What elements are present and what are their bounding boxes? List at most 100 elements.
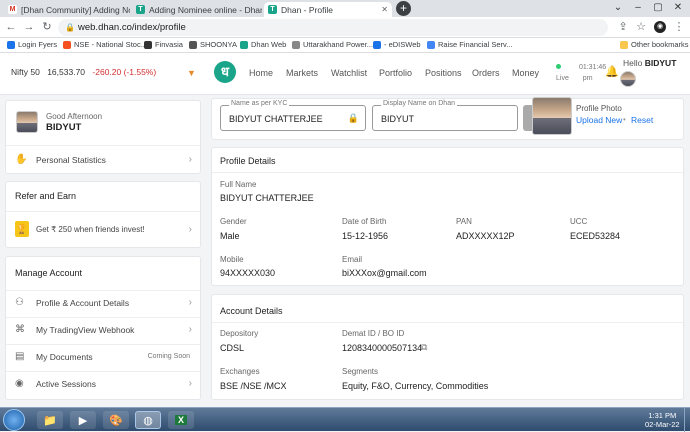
upload-photo-link[interactable]: Upload New: [576, 115, 622, 125]
app-header: Nifty 50 16,533.70 -260.20 (-1.55%) ▼ ध …: [0, 53, 690, 95]
minimize-button[interactable]: –: [628, 0, 648, 16]
os-taskbar: 📁 ▶ 🎨 ◍ X 1:31 PM 02-Mar-22: [0, 407, 690, 432]
menu-icon[interactable]: ⋮: [672, 20, 686, 34]
star-icon[interactable]: ☆: [634, 20, 648, 34]
ucc-value: ECED53284: [570, 231, 621, 241]
document-icon: ▤: [15, 351, 25, 362]
bookmark-label: - eDISWeb: [384, 40, 421, 49]
start-button[interactable]: [3, 409, 25, 431]
coming-soon-label: Coming Soon: [147, 353, 190, 360]
share-icon[interactable]: ⇪: [616, 20, 630, 34]
sidebar-item-sessions[interactable]: ◉ Active Sessions ›: [6, 371, 200, 396]
dhan-icon: T: [268, 5, 277, 14]
sidebar-item-webhook[interactable]: ⌘ My TradingView Webhook ›: [6, 317, 200, 342]
sessions-icon: ◉: [15, 378, 24, 389]
sidebar-item-label: My Documents: [36, 352, 93, 362]
lock-icon: 🔒: [347, 113, 359, 123]
dhan-logo[interactable]: ध: [214, 61, 236, 83]
clock-date: 02-Mar-22: [645, 420, 680, 429]
back-icon[interactable]: ←: [4, 20, 18, 34]
tab-gmail[interactable]: M [Dhan Community] Adding Nomi... ✕: [4, 2, 130, 17]
bookmark-item[interactable]: SHOONYA: [189, 40, 237, 49]
forward-icon[interactable]: →: [22, 20, 36, 34]
bookmark-label: Raise Financial Serv...: [438, 40, 513, 49]
hand-icon: ✋: [15, 154, 28, 165]
nav-markets[interactable]: Markets: [286, 68, 318, 78]
dob-value: 15-12-1956: [342, 231, 389, 241]
chevron-down-icon[interactable]: ⌄: [608, 0, 628, 16]
user-icon: ⚇: [15, 297, 24, 308]
system-clock[interactable]: 1:31 PM 02-Mar-22: [645, 411, 680, 429]
ucc-label: UCC: [570, 217, 588, 226]
refer-link[interactable]: 🏆 Get ₹ 250 when friends invest! ›: [6, 211, 200, 248]
sidebar-user-name: BIDYUT: [46, 122, 82, 133]
paint-icon[interactable]: 🎨: [103, 411, 129, 429]
copy-icon[interactable]: ⧉: [421, 342, 427, 353]
refer-title: Refer and Earn: [15, 191, 77, 201]
email-value: biXXXox@gmail.com: [342, 268, 427, 278]
gender-value: Male: [220, 231, 240, 241]
nav-home[interactable]: Home: [249, 68, 273, 78]
divider: [212, 172, 683, 173]
bookmark-item[interactable]: Login Fyers: [7, 40, 57, 49]
caret-down-icon[interactable]: ▼: [187, 68, 196, 78]
clock-time: 1:31 PM: [648, 411, 677, 420]
maximize-button[interactable]: ▢: [648, 0, 668, 16]
account-details-card: Account Details Depository CDSL Demat ID…: [211, 294, 684, 400]
close-window-button[interactable]: ✕: [668, 0, 688, 16]
chevron-right-icon: ›: [188, 297, 192, 308]
tab-dhan-kb[interactable]: T Adding Nominee online - Dhan Kn... ✕: [132, 2, 262, 17]
media-player-icon[interactable]: ▶: [70, 411, 96, 429]
profile-name-card: Name as per KYC BIDYUT CHATTERJEE 🔒 Disp…: [211, 97, 684, 140]
depository-value: CDSL: [220, 343, 245, 353]
bookmark-label: Dhan Web: [251, 40, 287, 49]
bell-icon[interactable]: 🔔: [605, 65, 619, 78]
extension-icon[interactable]: ◉: [654, 21, 666, 33]
other-bookmarks[interactable]: Other bookmarks: [620, 40, 689, 49]
url-field[interactable]: 🔒 web.dhan.co/index/profile: [58, 19, 608, 36]
bookmark-item[interactable]: Raise Financial Serv...: [427, 40, 512, 49]
header-avatar[interactable]: [620, 71, 636, 87]
sidebar-item-profile[interactable]: ⚇ Profile & Account Details ›: [6, 290, 200, 315]
profile-details-card: Profile Details Full Name BIDYUT CHATTER…: [211, 147, 684, 286]
bookmark-item[interactable]: Dhan Web: [240, 40, 286, 49]
new-tab-button[interactable]: +: [396, 1, 411, 16]
refer-card: Refer and Earn 🏆 Get ₹ 250 when friends …: [5, 181, 201, 248]
show-desktop-button[interactable]: [684, 408, 690, 432]
chrome-icon[interactable]: ◍: [135, 411, 161, 429]
bookmark-label: Uttarakhand Power...: [303, 40, 374, 49]
exchanges-label: Exchanges: [220, 367, 260, 376]
bookmark-item[interactable]: Finvasia: [144, 40, 183, 49]
nav-positions[interactable]: Positions: [425, 68, 462, 78]
divider: [212, 322, 683, 323]
segments-value: Equity, F&O, Currency, Commodities: [342, 381, 489, 391]
sidebar-item-documents[interactable]: ▤ My Documents Coming Soon: [6, 344, 200, 369]
bookmark-item[interactable]: - eDISWeb: [373, 40, 421, 49]
nav-portfolio[interactable]: Portfolio: [379, 68, 412, 78]
personal-statistics-link[interactable]: ✋ Personal Statistics ›: [6, 145, 200, 174]
manage-account-title: Manage Account: [15, 268, 83, 278]
greeting-text: Good Afternoon: [46, 112, 103, 121]
bookmark-icon: [373, 40, 381, 49]
reset-photo-link[interactable]: Reset: [631, 115, 653, 125]
user-greeting[interactable]: Hello BIDYUT: [623, 58, 676, 68]
file-explorer-icon[interactable]: 📁: [37, 411, 63, 429]
nav-orders[interactable]: Orders: [472, 68, 500, 78]
display-name-field[interactable]: Display Name on Dhan BIDYUT: [372, 100, 518, 131]
ticker-name: Nifty 50: [11, 67, 40, 77]
bookmark-item[interactable]: NSE - National Stoc...: [63, 40, 147, 49]
tab-dhan-profile[interactable]: T Dhan - Profile ✕: [264, 2, 392, 17]
bookmark-item[interactable]: Uttarakhand Power...: [292, 40, 373, 49]
excel-icon[interactable]: X: [168, 411, 194, 429]
profile-photo: [532, 97, 572, 135]
pan-value: ADXXXXX12P: [456, 231, 515, 241]
close-icon[interactable]: ✕: [378, 5, 388, 14]
index-ticker[interactable]: Nifty 50 16,533.70 -260.20 (-1.55%): [11, 67, 156, 77]
exchanges-value: BSE /NSE /MCX: [220, 381, 287, 391]
tab-label: [Dhan Community] Adding Nomi...: [21, 4, 130, 15]
kyc-name-value: BIDYUT CHATTERJEE: [229, 114, 323, 124]
bookmark-icon: [427, 40, 435, 49]
nav-watchlist[interactable]: Watchlist: [331, 68, 367, 78]
reload-icon[interactable]: ↻: [40, 20, 54, 34]
nav-money[interactable]: Money: [512, 68, 539, 78]
